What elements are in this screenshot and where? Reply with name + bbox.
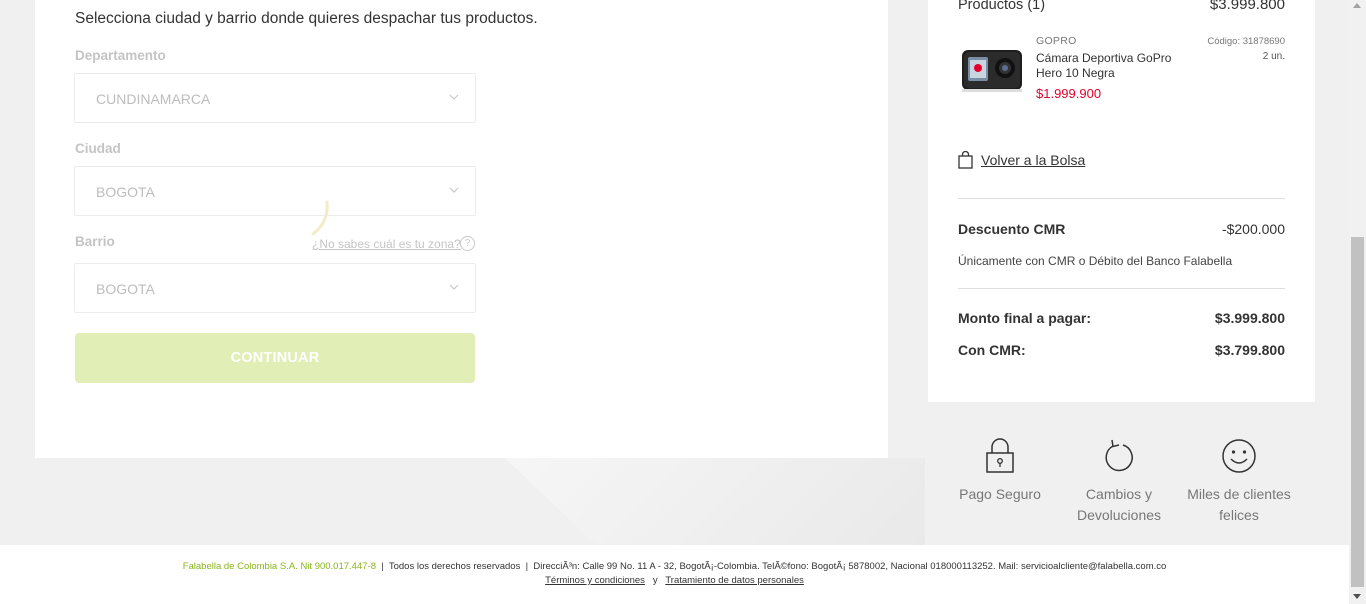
footer-separator: | [525,561,529,572]
background-decoration [505,458,925,546]
footer-separator: | [381,561,384,572]
footer-rights: Todos los derechos reservados [388,561,521,572]
scroll-down-arrow-icon[interactable] [1353,594,1361,599]
final-amount-label: Monto final a pagar: [958,310,1091,326]
city-label: Ciudad [75,141,121,156]
department-select[interactable]: CUNDINAMARCA [74,73,476,123]
products-title: Productos (1) [958,0,1046,13]
footer-company: Falabella de Colombia S.A. Nit 900.017.4… [182,561,376,572]
products-total: $3.999.800 [1209,0,1285,13]
product-quantity: 2 un. [1262,51,1285,62]
cmr-discount-label: Descuento CMR [958,221,1066,237]
neighborhood-select[interactable]: BOGOTA [74,263,476,313]
order-summary-panel: Productos (1) $3.999.800 GOPRO Cámara De… [928,0,1315,402]
with-cmr-value: $3.799.800 [1214,342,1285,358]
with-cmr-label: Con CMR: [958,342,1026,358]
chevron-down-icon [449,94,459,100]
benefit-label: Pago Seguro [959,486,1041,502]
benefit-returns: Cambios y Devoluciones [1064,438,1174,526]
chevron-down-icon [449,187,459,193]
department-label: Departamento [75,48,166,63]
neighborhood-value: BOGOTA [96,281,155,297]
privacy-link[interactable]: Tratamiento de datos personales [665,575,804,586]
department-value: CUNDINAMARCA [96,91,211,107]
final-amount-value: $3.999.800 [1214,310,1285,326]
city-value: BOGOTA [96,184,155,200]
scrollbar-thumb[interactable] [1351,237,1364,587]
page-scrollbar[interactable] [1349,0,1366,604]
product-image [958,44,1026,96]
divider [958,198,1285,199]
shopping-bag-icon [958,151,973,169]
padlock-icon [986,438,1014,473]
product-price: $1.999.900 [1036,86,1102,101]
footer-legal-line: Falabella de Colombia S.A. Nit 900.017.4… [0,561,1349,572]
product-code: Código: 31878690 [1207,36,1285,47]
delivery-form-panel: Selecciona ciudad y barrio donde quieres… [35,0,888,458]
chevron-down-icon [449,284,459,290]
cmr-note: Únicamente con CMR o Débito del Banco Fa… [958,254,1233,268]
return-arrow-icon [1105,439,1133,472]
benefit-secure-payment: Pago Seguro [945,438,1055,505]
footer-links: Términos y condiciones y Tratamiento de … [0,575,1349,586]
back-to-bag-label: Volver a la Bolsa [981,152,1086,168]
neighborhood-label: Barrio [75,234,115,249]
help-icon[interactable]: ? [460,236,475,251]
terms-link[interactable]: Términos y condiciones [545,575,645,586]
city-select[interactable]: BOGOTA [74,166,476,216]
divider [958,288,1285,289]
footer-and: y [652,575,658,586]
zone-help-link[interactable]: ¿No sabes cuál es tu zona? [312,237,461,251]
loading-spinner-icon [311,200,329,236]
scroll-up-arrow-icon[interactable] [1353,3,1361,8]
product-brand: GOPRO [1036,35,1077,47]
form-intro: Selecciona ciudad y barrio donde quieres… [75,10,538,27]
benefit-happy-clients: Miles de clientes felices [1184,438,1294,526]
back-to-bag-link[interactable]: Volver a la Bolsa [958,151,1085,169]
continue-button[interactable]: CONTINUAR [75,333,475,383]
footer: Falabella de Colombia S.A. Nit 900.017.4… [0,545,1349,604]
smiley-icon [1222,439,1256,473]
product-name[interactable]: Cámara Deportiva GoPro Hero 10 Negra [1036,51,1186,81]
footer-address: DirecciÃ³n: Calle 99 No. 11 A - 32, Bogo… [533,561,1167,572]
benefit-label: Cambios y Devoluciones [1076,486,1162,523]
benefit-label: Miles de clientes felices [1187,486,1291,523]
cmr-discount-value: -$200.000 [1221,221,1285,237]
